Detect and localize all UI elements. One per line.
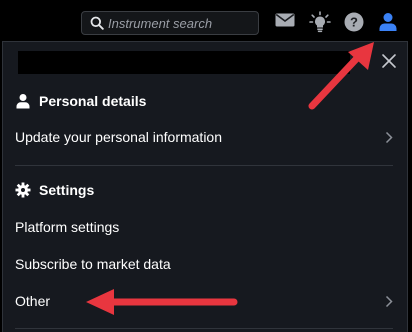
redacted-header-bar <box>18 51 350 74</box>
chevron-right-icon <box>385 131 393 144</box>
section-divider <box>15 165 393 166</box>
settings-title: Settings <box>39 182 95 198</box>
search-icon <box>90 16 104 30</box>
top-bar: ? <box>0 0 412 46</box>
instrument-search[interactable] <box>81 11 259 35</box>
user-icon[interactable] <box>378 12 398 32</box>
subscribe-market-data-item[interactable]: Subscribe to market data <box>3 247 407 281</box>
other-item[interactable]: Other <box>3 284 407 318</box>
help-icon[interactable]: ? <box>344 12 364 32</box>
platform-settings-item[interactable]: Platform settings <box>3 210 407 244</box>
section-divider <box>15 328 393 329</box>
personal-details-heading: Personal details <box>15 91 146 111</box>
chevron-right-icon <box>385 295 393 308</box>
subscribe-market-data-label: Subscribe to market data <box>15 256 171 272</box>
svg-text:?: ? <box>350 15 358 30</box>
account-menu-panel: Personal details Update your personal in… <box>2 41 408 332</box>
settings-heading: Settings <box>15 180 94 200</box>
update-personal-info-label: Update your personal information <box>15 129 223 145</box>
update-personal-info-item[interactable]: Update your personal information <box>3 120 407 154</box>
mail-icon[interactable] <box>275 12 295 28</box>
platform-settings-label: Platform settings <box>15 219 120 235</box>
other-label: Other <box>15 293 51 309</box>
person-icon <box>16 94 30 109</box>
search-input[interactable] <box>108 14 254 32</box>
personal-details-title: Personal details <box>39 93 147 109</box>
lightbulb-icon[interactable] <box>309 11 331 33</box>
gear-icon <box>15 182 31 198</box>
close-icon[interactable] <box>379 51 399 71</box>
